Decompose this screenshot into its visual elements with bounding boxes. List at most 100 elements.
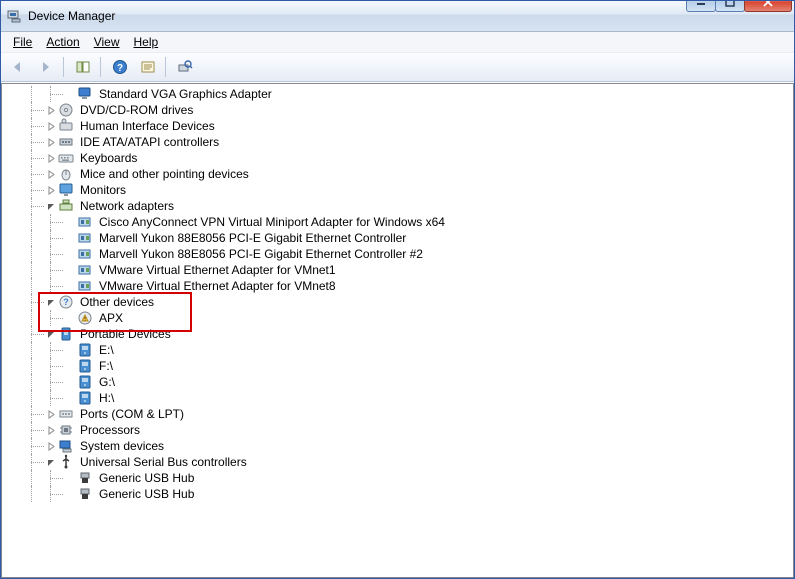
menu-view[interactable]: View (88, 32, 126, 52)
menu-help[interactable]: Help (128, 32, 165, 52)
tree-item-label: VMware Virtual Ethernet Adapter for VMne… (97, 278, 338, 294)
tree-item-label: Other devices (78, 294, 156, 310)
portable-icon (58, 326, 74, 342)
network-icon (58, 198, 74, 214)
tree-item-label: System devices (78, 438, 166, 454)
tree-item[interactable]: VMware Virtual Ethernet Adapter for VMne… (2, 262, 793, 278)
tree-item[interactable]: Ports (COM & LPT) (2, 406, 793, 422)
menubar: File Action View Help (1, 32, 794, 53)
expand-icon[interactable] (46, 438, 56, 454)
menu-file[interactable]: File (7, 32, 38, 52)
expand-icon[interactable] (46, 118, 56, 134)
collapse-icon[interactable] (46, 454, 56, 470)
expand-icon[interactable] (46, 150, 56, 166)
tree-item-label: Portable Devices (78, 326, 173, 342)
window-title: Device Manager (28, 9, 115, 23)
tree-item[interactable]: Universal Serial Bus controllers (2, 454, 793, 470)
ide-icon (58, 134, 74, 150)
tree-item[interactable]: Human Interface Devices (2, 118, 793, 134)
tree-item-label: VMware Virtual Ethernet Adapter for VMne… (97, 262, 338, 278)
device-tree[interactable]: Standard VGA Graphics AdapterDVD/CD-ROM … (2, 84, 793, 504)
tree-leaf (65, 310, 75, 326)
tree-leaf (65, 390, 75, 406)
tree-item[interactable]: Cisco AnyConnect VPN Virtual Miniport Ad… (2, 214, 793, 230)
tree-item[interactable]: VMware Virtual Ethernet Adapter for VMne… (2, 278, 793, 294)
tree-item-label: H:\ (97, 390, 116, 406)
tree-item[interactable]: Marvell Yukon 88E8056 PCI-E Gigabit Ethe… (2, 230, 793, 246)
tree-item[interactable]: IDE ATA/ATAPI controllers (2, 134, 793, 150)
toolbar: ? (1, 53, 794, 82)
tree-item[interactable]: Marvell Yukon 88E8056 PCI-E Gigabit Ethe… (2, 246, 793, 262)
nic-icon (77, 278, 93, 294)
nic-icon (77, 246, 93, 262)
tree-item[interactable]: Generic USB Hub (2, 470, 793, 486)
collapse-icon[interactable] (46, 326, 56, 342)
expand-icon[interactable] (46, 166, 56, 182)
expand-icon[interactable] (46, 182, 56, 198)
tree-item[interactable]: System devices (2, 438, 793, 454)
forward-button[interactable] (33, 54, 59, 80)
scan-hardware-button[interactable] (172, 54, 198, 80)
tree-item[interactable]: H:\ (2, 390, 793, 406)
collapse-icon[interactable] (46, 294, 56, 310)
tree-item[interactable]: F:\ (2, 358, 793, 374)
tree-leaf (65, 230, 75, 246)
tree-item[interactable]: Portable Devices (2, 326, 793, 342)
tree-item-label: APX (97, 310, 125, 326)
tree-item-label: Monitors (78, 182, 128, 198)
tree-item[interactable]: Generic USB Hub (2, 486, 793, 502)
tree-scroll[interactable]: Standard VGA Graphics AdapterDVD/CD-ROM … (2, 84, 793, 577)
tree-item[interactable]: Processors (2, 422, 793, 438)
tree-item[interactable]: E:\ (2, 342, 793, 358)
tree-leaf (65, 470, 75, 486)
client-area: Standard VGA Graphics AdapterDVD/CD-ROM … (1, 82, 794, 578)
nic-icon (77, 214, 93, 230)
tree-item[interactable]: Network adapters (2, 198, 793, 214)
expand-icon[interactable] (46, 102, 56, 118)
tree-item-label: Marvell Yukon 88E8056 PCI-E Gigabit Ethe… (97, 230, 408, 246)
usb-icon (58, 454, 74, 470)
keyboard-icon (58, 150, 74, 166)
tree-item-label: E:\ (97, 342, 116, 358)
tree-item-label: Marvell Yukon 88E8056 PCI-E Gigabit Ethe… (97, 246, 425, 262)
properties-button[interactable] (135, 54, 161, 80)
tree-item[interactable]: Monitors (2, 182, 793, 198)
tree-item[interactable]: Mice and other pointing devices (2, 166, 793, 182)
tree-item[interactable]: DVD/CD-ROM drives (2, 102, 793, 118)
tree-item-label: IDE ATA/ATAPI controllers (78, 134, 221, 150)
titlebar[interactable]: Device Manager (1, 1, 794, 32)
tree-item[interactable]: G:\ (2, 374, 793, 390)
app-icon (7, 8, 23, 24)
expand-icon[interactable] (46, 134, 56, 150)
close-button[interactable] (744, 0, 792, 12)
tree-item-label: Universal Serial Bus controllers (78, 454, 249, 470)
expand-icon[interactable] (46, 406, 56, 422)
usbdev-icon (77, 486, 93, 502)
tree-item-label: Network adapters (78, 198, 176, 214)
hid-icon (58, 118, 74, 134)
tree-item-label: Generic USB Hub (97, 470, 196, 486)
maximize-button[interactable] (715, 0, 745, 12)
system-icon (58, 438, 74, 454)
tree-item[interactable]: Standard VGA Graphics Adapter (2, 86, 793, 102)
help-button[interactable]: ? (107, 54, 133, 80)
show-hide-tree-button[interactable] (70, 54, 96, 80)
svg-text:?: ? (117, 63, 123, 74)
window-controls (687, 0, 792, 12)
expand-icon[interactable] (46, 422, 56, 438)
tree-item[interactable]: Other devices (2, 294, 793, 310)
device-manager-window: Device Manager File Action View Help ? S… (0, 0, 795, 579)
tree-leaf (65, 342, 75, 358)
minimize-button[interactable] (686, 0, 716, 12)
nic-icon (77, 262, 93, 278)
collapse-icon[interactable] (46, 198, 56, 214)
tree-item-label: G:\ (97, 374, 117, 390)
tree-leaf (65, 86, 75, 102)
tree-item[interactable]: APX (2, 310, 793, 326)
tree-leaf (65, 278, 75, 294)
tree-item[interactable]: Keyboards (2, 150, 793, 166)
back-button[interactable] (5, 54, 31, 80)
tree-leaf (65, 374, 75, 390)
disc-icon (58, 102, 74, 118)
menu-action[interactable]: Action (40, 32, 85, 52)
